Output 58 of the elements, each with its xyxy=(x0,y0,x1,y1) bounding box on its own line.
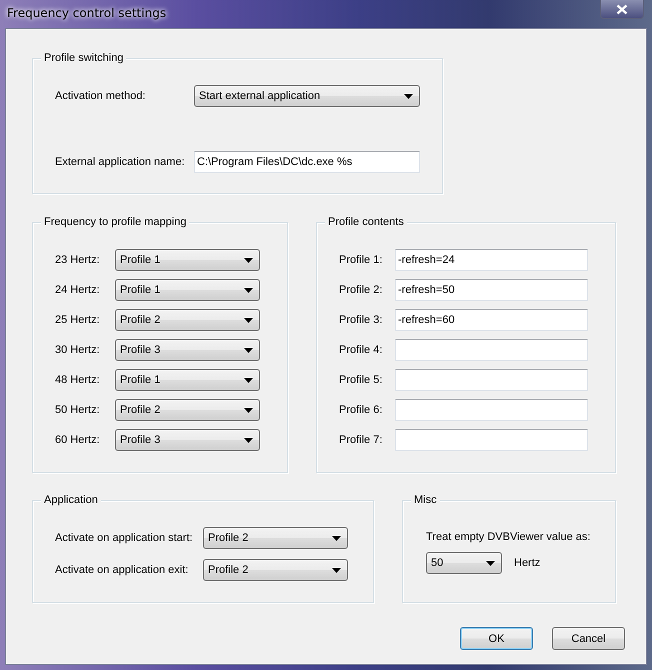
field-label: 60 Hertz: xyxy=(55,434,101,446)
text-field[interactable]: C:\Program Files\DC\dc.exe %s xyxy=(194,151,420,173)
text-field[interactable] xyxy=(395,399,588,421)
dropdown[interactable]: Profile 2 xyxy=(115,309,260,331)
field-label: Activate on application exit: xyxy=(55,564,190,576)
field-label: 30 Hertz: xyxy=(55,344,101,356)
dropdown-arrow-icon xyxy=(244,288,253,292)
dropdown-arrow-icon xyxy=(244,438,253,442)
field-label: Profile 4: xyxy=(339,344,384,356)
field-label: Profile 7: xyxy=(339,434,384,446)
field-label: Activation method: xyxy=(55,90,146,102)
dropdown-arrow-icon xyxy=(244,258,253,262)
field-label: 25 Hertz: xyxy=(55,314,101,326)
dropdown-arrow-icon xyxy=(244,408,253,412)
dropdown[interactable]: Profile 1 xyxy=(115,249,260,271)
field-label: External application name: xyxy=(55,156,186,168)
field-label: 50 Hertz: xyxy=(55,404,101,416)
dropdown-arrow-icon xyxy=(244,348,253,352)
close-button[interactable] xyxy=(600,0,644,19)
dialog-button[interactable]: OK xyxy=(460,627,533,650)
unit-label: Hertz xyxy=(514,557,540,569)
field-label: Profile 2: xyxy=(339,284,384,296)
group-title: Profile switching xyxy=(41,51,126,65)
dropdown[interactable]: Profile 2 xyxy=(203,527,348,549)
dropdown[interactable]: 50 xyxy=(426,552,502,574)
close-icon xyxy=(616,4,628,14)
dropdown-arrow-icon xyxy=(404,94,413,98)
text-field[interactable]: -refresh=50 xyxy=(395,279,588,301)
dropdown-arrow-icon xyxy=(244,378,253,382)
dropdown-arrow-icon xyxy=(244,318,253,322)
dropdown[interactable]: Profile 3 xyxy=(115,429,260,451)
field-label: Profile 6: xyxy=(339,404,384,416)
dropdown-arrow-icon xyxy=(332,568,341,572)
window-title: Frequency control settings xyxy=(7,6,166,20)
text-field[interactable] xyxy=(395,429,588,451)
field-label: Profile 5: xyxy=(339,374,384,386)
field-label: Treat empty DVBViewer value as: xyxy=(426,530,592,544)
dropdown-arrow-icon xyxy=(332,536,341,540)
text-field[interactable] xyxy=(395,369,588,391)
field-label: Profile 3: xyxy=(339,314,384,326)
text-field[interactable]: -refresh=24 xyxy=(395,249,588,271)
text-field[interactable] xyxy=(395,339,588,361)
dropdown[interactable]: Profile 2 xyxy=(203,559,348,581)
dialog-button[interactable]: Cancel xyxy=(552,627,625,650)
field-label: 24 Hertz: xyxy=(55,284,101,296)
dropdown[interactable]: Profile 3 xyxy=(115,339,260,361)
group-title: Application xyxy=(41,493,101,507)
dropdown[interactable]: Profile 1 xyxy=(115,279,260,301)
dropdown[interactable]: Profile 1 xyxy=(115,369,260,391)
text-field[interactable]: -refresh=60 xyxy=(395,309,588,331)
dropdown[interactable]: Profile 2 xyxy=(115,399,260,421)
field-label: 48 Hertz: xyxy=(55,374,101,386)
group-title: Frequency to profile mapping xyxy=(41,215,190,229)
dropdown-arrow-icon xyxy=(486,560,495,566)
field-label: Activate on application start: xyxy=(55,532,194,544)
field-label: 23 Hertz: xyxy=(55,254,101,266)
field-label: Profile 1: xyxy=(339,254,384,266)
dropdown[interactable]: Start external application xyxy=(194,85,420,107)
